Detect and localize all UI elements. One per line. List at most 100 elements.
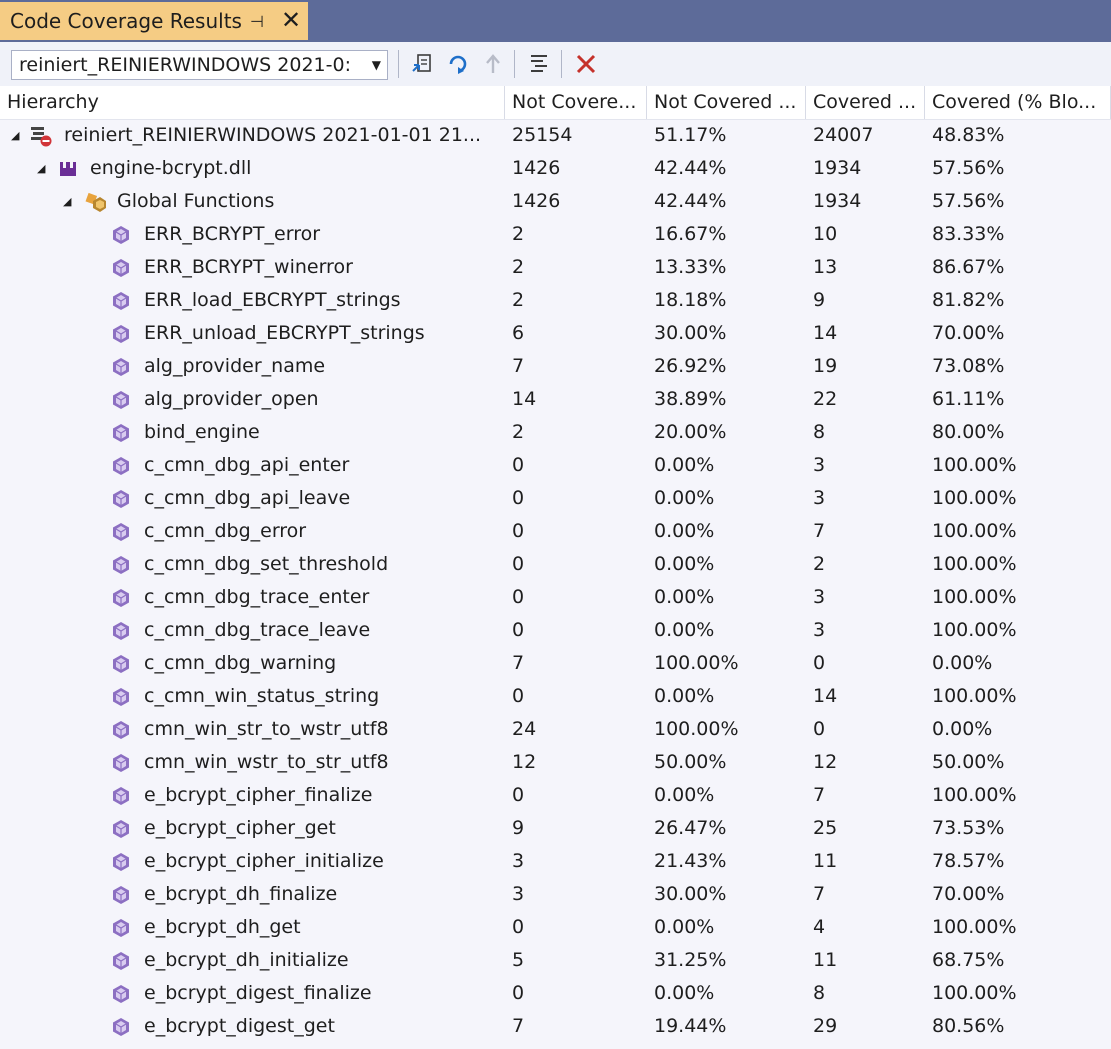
covered-percent-cell: 100.00% [932,982,1017,1004]
not-covered-blocks-cell: 2 [512,421,525,443]
module-icon [57,158,79,180]
not-covered-percent-cell: 0.00% [654,784,715,806]
column-header-covered-percent[interactable]: Covered (% Blo... [925,86,1111,119]
not-covered-blocks-cell: 25154 [512,124,573,146]
tree-row[interactable]: e_bcrypt_dh_get 0 0.00% 4 100.00% [0,911,1111,944]
not-covered-blocks-cell: 5 [512,949,525,971]
covered-blocks-cell: 22 [813,388,838,410]
column-header-not-covered-percent[interactable]: Not Covered ... [647,86,806,119]
tree-row[interactable]: cmn_win_str_to_wstr_utf8 24 100.00% 0 0.00% [0,713,1111,746]
tree-row[interactable]: c_cmn_dbg_warning 7 100.00% 0 0.00% [0,647,1111,680]
tab-code-coverage-results[interactable]: Code Coverage Results ⊣ ✕ [0,2,308,40]
tree-row[interactable]: bind_engine 2 20.00% 8 80.00% [0,416,1111,449]
covered-percent-cell: 73.53% [932,817,1005,839]
covered-percent-cell: 100.00% [932,553,1017,575]
hierarchy-name-cell: c_cmn_dbg_api_enter [144,454,350,476]
export-results-icon[interactable] [410,51,436,77]
covered-percent-cell: 61.11% [932,388,1005,410]
coverage-run-selector[interactable]: reinier­t_REINIERWINDOWS 2021-0: ▼ [11,50,388,80]
tree-row[interactable]: ◢ Global Functions 1426 42.44% 1934 57.56% [0,185,1111,218]
merge-results-icon [486,54,500,73]
not-covered-percent-cell: 0.00% [654,685,715,707]
not-covered-blocks-cell: 0 [512,520,525,542]
covered-percent-cell: 73.08% [932,355,1005,377]
tree-row[interactable]: e_bcrypt_cipher_initialize 3 21.43% 11 78.57… [0,845,1111,878]
covered-blocks-cell: 9 [813,289,826,311]
hierarchy-name-cell: e_bcrypt_digest_get [144,1015,335,1037]
hierarchy-name-cell: c_cmn_dbg_set_threshold [144,553,389,575]
close-icon[interactable]: ✕ [281,6,301,34]
expander-expanded-icon[interactable]: ◢ [11,119,19,152]
function-icon [110,587,132,609]
covered-percent-cell: 100.00% [932,487,1017,509]
tree-row[interactable]: e_bcrypt_digest_finalize 0 0.00% 8 100.00% [0,977,1111,1010]
covered-percent-cell: 100.00% [932,916,1017,938]
hierarchy-name-cell: e_bcrypt_dh_finalize [144,883,338,905]
covered-blocks-cell: 0 [813,718,826,740]
covered-percent-cell: 100.00% [932,784,1017,806]
not-covered-blocks-cell: 2 [512,223,525,245]
tree-row[interactable]: c_cmn_dbg_trace_enter 0 0.00% 3 100.00% [0,581,1111,614]
tree-row[interactable]: c_cmn_dbg_api_leave 0 0.00% 3 100.00% [0,482,1111,515]
tree-row[interactable]: ERR_unload_EBCRYPT_strings 6 30.00% 14 70.00… [0,317,1111,350]
tree-row[interactable]: ◢ engine-bcrypt.dll 1426 42.44% 1934 57.56% [0,152,1111,185]
hierarchy-name-cell: c_cmn_dbg_error [144,520,307,542]
tree-row[interactable]: c_cmn_dbg_error 0 0.00% 7 100.00% [0,515,1111,548]
import-results-icon[interactable] [445,51,471,77]
tree-row[interactable]: e_bcrypt_cipher_finalize 0 0.00% 7 100.00% [0,779,1111,812]
tree-row[interactable]: c_cmn_dbg_set_threshold 0 0.00% 2 100.00% [0,548,1111,581]
covered-percent-cell: 0.00% [932,652,993,674]
tree-row[interactable]: c_cmn_win_status_string 0 0.00% 14 100.00% [0,680,1111,713]
not-covered-percent-cell: 0.00% [654,586,715,608]
not-covered-blocks-cell: 0 [512,487,525,509]
not-covered-percent-cell: 0.00% [654,454,715,476]
column-header-covered-blocks[interactable]: Covered ... [806,86,925,119]
not-covered-percent-cell: 30.00% [654,883,727,905]
not-covered-blocks-cell: 0 [512,454,525,476]
function-icon [110,719,132,741]
not-covered-blocks-cell: 0 [512,982,525,1004]
hierarchy-name-cell: Global Functions [117,190,275,212]
add-remove-columns-icon[interactable] [526,51,552,77]
tree-row[interactable]: alg_provider_name 7 26.92% 19 73.08% [0,350,1111,383]
covered-percent-cell: 57.56% [932,190,1005,212]
hierarchy-name-cell: ERR_BCRYPT_error [144,223,321,245]
column-header-not-covered-blocks[interactable]: Not Covere... [505,86,647,119]
tree-row[interactable]: alg_provider_open 14 38.89% 22 61.11% [0,383,1111,416]
covered-blocks-cell: 1934 [813,190,862,212]
tree-row[interactable]: c_cmn_dbg_trace_leave 0 0.00% 3 100.00% [0,614,1111,647]
tree-row[interactable]: cmn_win_wstr_to_str_utf8 12 50.00% 12 50.00% [0,746,1111,779]
hierarchy-name-cell: alg_provider_name [144,355,326,377]
function-icon [110,1016,132,1038]
not-covered-percent-cell: 42.44% [654,190,727,212]
function-icon [110,917,132,939]
tree-row[interactable]: ERR_BCRYPT_winerror 2 13.33% 13 86.67% [0,251,1111,284]
hierarchy-name-cell: c_cmn_win_status_string [144,685,380,707]
expander-expanded-icon[interactable]: ◢ [63,185,71,218]
tree-row[interactable]: e_bcrypt_dh_initialize 5 31.25% 11 68.75% [0,944,1111,977]
remove-results-icon[interactable] [573,51,599,77]
column-header-hierarchy[interactable]: Hierarchy [0,86,505,119]
not-covered-percent-cell: 38.89% [654,388,727,410]
covered-blocks-cell: 12 [813,751,838,773]
hierarchy-name-cell: alg_provider_open [144,388,319,410]
covered-blocks-cell: 7 [813,520,826,542]
expander-expanded-icon[interactable]: ◢ [37,152,45,185]
tree-row[interactable]: ERR_BCRYPT_error 2 16.67% 10 83.33% [0,218,1111,251]
tree-row[interactable]: e_bcrypt_cipher_get 9 26.47% 25 73.53% [0,812,1111,845]
function-icon [110,620,132,642]
not-covered-percent-cell: 51.17% [654,124,727,146]
tree-row[interactable]: c_cmn_dbg_api_enter 0 0.00% 3 100.00% [0,449,1111,482]
function-icon [110,356,132,378]
tree-row[interactable]: ◢ reiniert_REINIERWINDOWS 2021-01-01 21..… [0,119,1111,152]
not-covered-blocks-cell: 7 [512,355,525,377]
coverage-run-selector-value: reinier­t_REINIERWINDOWS 2021-0: [19,54,351,76]
pin-icon[interactable]: ⊣ [250,12,264,31]
tree-row[interactable]: e_bcrypt_dh_finalize 3 30.00% 7 70.00% [0,878,1111,911]
hierarchy-name-cell: cmn_win_wstr_to_str_utf8 [144,751,389,773]
function-icon [110,752,132,774]
tree-row[interactable]: e_bcrypt_digest_get 7 19.44% 29 80.56% [0,1010,1111,1043]
covered-blocks-cell: 13 [813,256,838,278]
chevron-down-icon[interactable]: ▼ [372,51,381,79]
tree-row[interactable]: ERR_load_EBCRYPT_strings 2 18.18% 9 81.82% [0,284,1111,317]
